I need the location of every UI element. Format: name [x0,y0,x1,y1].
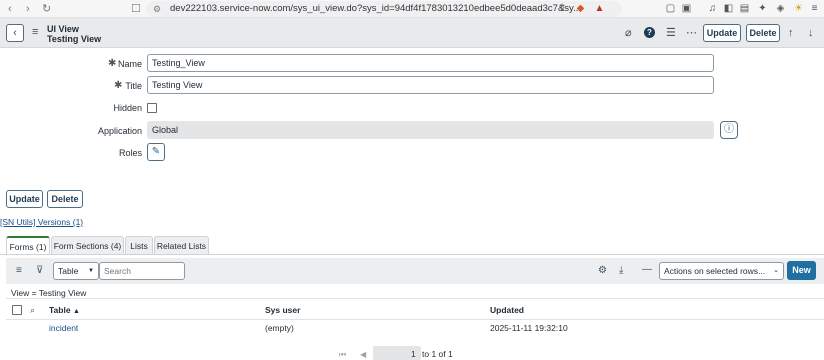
context-menu-icon[interactable]: ≡ [32,26,38,38]
settings-sliders-icon[interactable]: ☰ [666,26,676,40]
new-button[interactable]: New [787,261,816,280]
list-search-input[interactable] [99,262,185,280]
filter-breadcrumb[interactable]: View = Testing View [11,288,86,298]
leo-icon[interactable]: ✦ [756,2,769,15]
filter-icon[interactable]: ⊽ [36,265,43,277]
form-update-button[interactable]: Update [6,190,43,208]
back-arrow-icon[interactable]: ‹ [8,2,12,16]
edit-roles-pencil-icon[interactable]: ✎ [147,143,165,161]
application-label: Application [97,126,142,136]
previous-page-icon[interactable]: ◀ [360,350,366,359]
cell-sys-user: (empty) [265,323,294,333]
name-label: Name [118,59,143,69]
title-field[interactable]: Testing View [147,76,714,94]
title-label: Title [125,81,142,91]
current-page: 1 [411,349,416,359]
reload-icon[interactable]: ↻ [42,2,51,16]
sort-ascending-icon: ▲ [72,308,80,315]
export-download-icon[interactable]: ⤓ [619,265,623,277]
sun-icon[interactable]: ☀ [792,2,805,15]
vpn-icon[interactable]: ◈ [774,2,787,15]
chevron-down-icon: ⌄ [773,267,779,274]
dropdown-caret-icon: ▼ [88,268,94,274]
next-record-arrow-icon[interactable]: ↓ [808,26,814,40]
hidden-checkbox[interactable] [147,103,157,113]
versions-related-link[interactable]: [SN Utils] Versions (1) [0,217,83,227]
browser-toolbar: ‹ › ↻ ☐ ⚙ dev222103.service-now.com/sys_… [0,0,824,18]
table-header-divider [6,298,824,299]
sidebar-icon[interactable]: ◧ [722,2,735,15]
pager-range-text: to 1 of 1 [422,349,453,359]
url-text[interactable]: dev222103.service-now.com/sys_ui_view.do… [170,3,581,14]
first-page-icon[interactable]: ⏮ [339,350,346,360]
actions-select[interactable]: Actions on selected rows... ⌄ [659,262,784,280]
share-icon[interactable]: ⇪ [556,2,569,15]
table-row-divider [6,319,824,320]
music-icon[interactable]: ♫ [706,2,719,15]
tab-related-lists[interactable]: Related Lists [154,236,209,254]
record-type: UI View [47,24,79,34]
site-settings-icon[interactable]: ⚙ [153,2,161,16]
name-field[interactable]: Testing_View [147,54,714,72]
list-settings-gear-icon[interactable]: ⚙ [598,265,607,277]
roles-label: Roles [118,148,142,158]
actions-select-value: Actions on selected rows... [664,266,766,276]
column-header-table[interactable]: Table ▲ [49,305,80,315]
record-header: ‹ ≡ UI View Testing View ⌀ ? ☰ ⋯ Update … [0,18,824,48]
previous-record-arrow-icon[interactable]: ↑ [788,26,794,40]
forward-arrow-icon[interactable]: › [26,2,30,16]
column-search-icon[interactable]: ⌕ [30,304,35,316]
select-all-checkbox[interactable] [12,305,22,315]
cell-table-link[interactable]: incident [49,323,78,333]
extension-icon-1[interactable]: ▢ [664,2,677,15]
wallet-icon[interactable]: ▤ [738,2,751,15]
menu-icon[interactable]: ≡ [808,2,821,15]
record-name: Testing View [47,34,102,44]
bookmark-icon[interactable]: ☐ [131,2,141,16]
attachment-icon[interactable]: ⌀ [625,26,632,40]
list-menu-icon[interactable]: ≡ [16,265,22,277]
header-delete-button[interactable]: Delete [746,24,780,42]
extension-icon-2[interactable]: ▣ [680,2,693,15]
hidden-label: Hidden [113,103,142,113]
application-field: Global [147,121,714,139]
column-header-sys-user[interactable]: Sys user [265,305,300,315]
tabs-divider [0,254,824,255]
more-options-icon[interactable]: ⋯ [686,26,697,40]
form-delete-button[interactable]: Delete [47,190,83,208]
back-button[interactable]: ‹ [6,24,24,42]
brave-shield-icon[interactable]: ◆ [574,2,587,15]
brave-rewards-icon[interactable]: ▲ [593,2,606,15]
tab-form-sections[interactable]: Form Sections (4) [51,236,124,254]
required-asterisk-icon: ✱ [108,58,117,69]
info-icon[interactable]: ⓘ [720,121,738,139]
column-header-updated[interactable]: Updated [490,305,524,315]
search-field-select[interactable]: Table ▼ [53,262,99,280]
help-icon[interactable]: ? [644,27,655,38]
tab-lists[interactable]: Lists [125,236,153,254]
search-field-value: Table [58,266,79,276]
cell-updated: 2025-11-11 19:32:10 [490,323,568,333]
header-update-button[interactable]: Update [703,24,741,42]
tab-forms[interactable]: Forms (1) [6,236,50,255]
collapse-list-icon[interactable]: — [642,264,652,276]
